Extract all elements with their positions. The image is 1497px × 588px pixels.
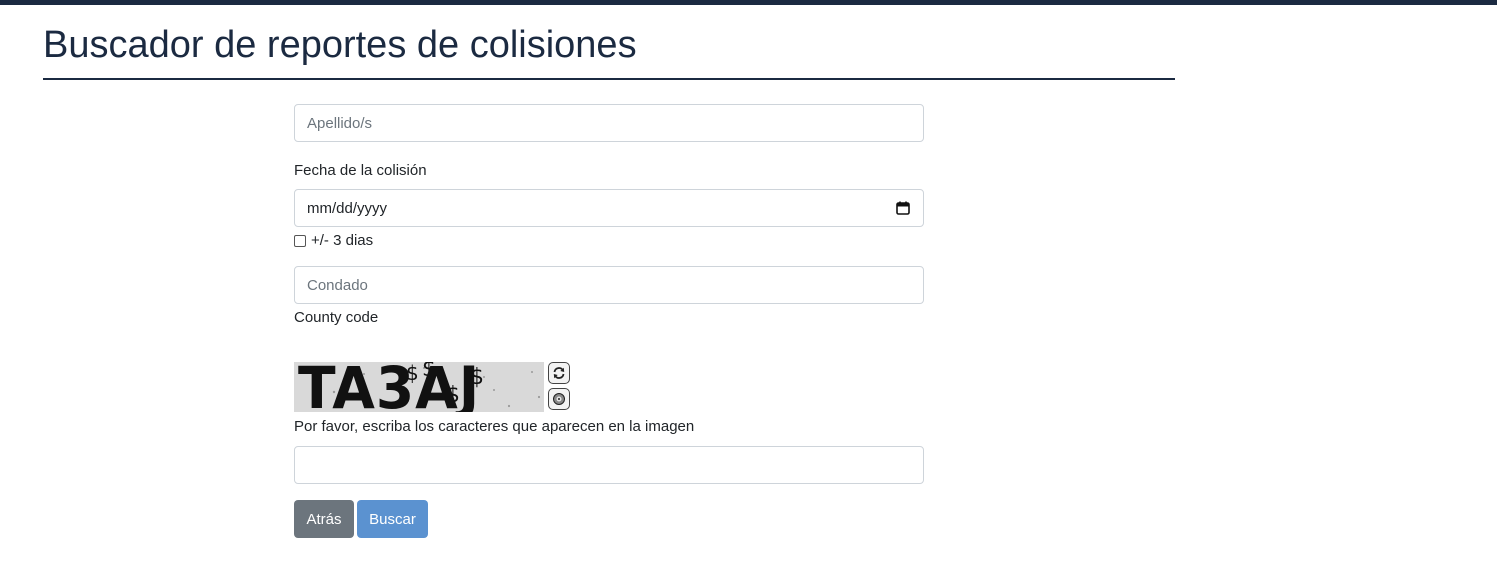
captcha-characters: TA3AJ <box>298 362 481 412</box>
captcha-input[interactable] <box>294 446 924 484</box>
captcha-refresh-button[interactable] <box>548 362 570 384</box>
page-title: Buscador de reportes de colisiones <box>43 24 1175 80</box>
collision-date-input[interactable]: mm/dd/yyyy <box>294 189 924 227</box>
search-form: Fecha de la colisión mm/dd/yyyy +/- 3 di… <box>294 104 924 538</box>
back-button[interactable]: Atrás <box>294 500 354 538</box>
search-button[interactable]: Buscar <box>357 500 428 538</box>
county-input[interactable] <box>294 266 924 304</box>
date-range-label: +/- 3 dias <box>311 232 374 249</box>
date-range-option: +/- 3 dias <box>294 232 924 249</box>
captcha-instruction: Por favor, escriba los caracteres que ap… <box>294 418 695 435</box>
captcha-image: $ $ $ $ TA3AJ <box>294 362 544 412</box>
date-placeholder: mm/dd/yyyy <box>307 199 388 217</box>
date-range-checkbox[interactable] <box>294 234 306 247</box>
county-help-text: County code <box>294 309 379 326</box>
captcha: $ $ $ $ TA3AJ <box>294 362 924 414</box>
audio-icon <box>553 393 565 405</box>
captcha-actions <box>548 362 570 414</box>
lastname-input[interactable] <box>294 104 924 142</box>
form-actions: Atrás Buscar <box>294 500 924 538</box>
refresh-icon <box>553 367 565 379</box>
date-label: Fecha de la colisión <box>294 162 427 179</box>
calendar-icon[interactable] <box>895 200 911 216</box>
top-bar <box>0 0 1497 5</box>
captcha-audio-button[interactable] <box>548 388 570 410</box>
